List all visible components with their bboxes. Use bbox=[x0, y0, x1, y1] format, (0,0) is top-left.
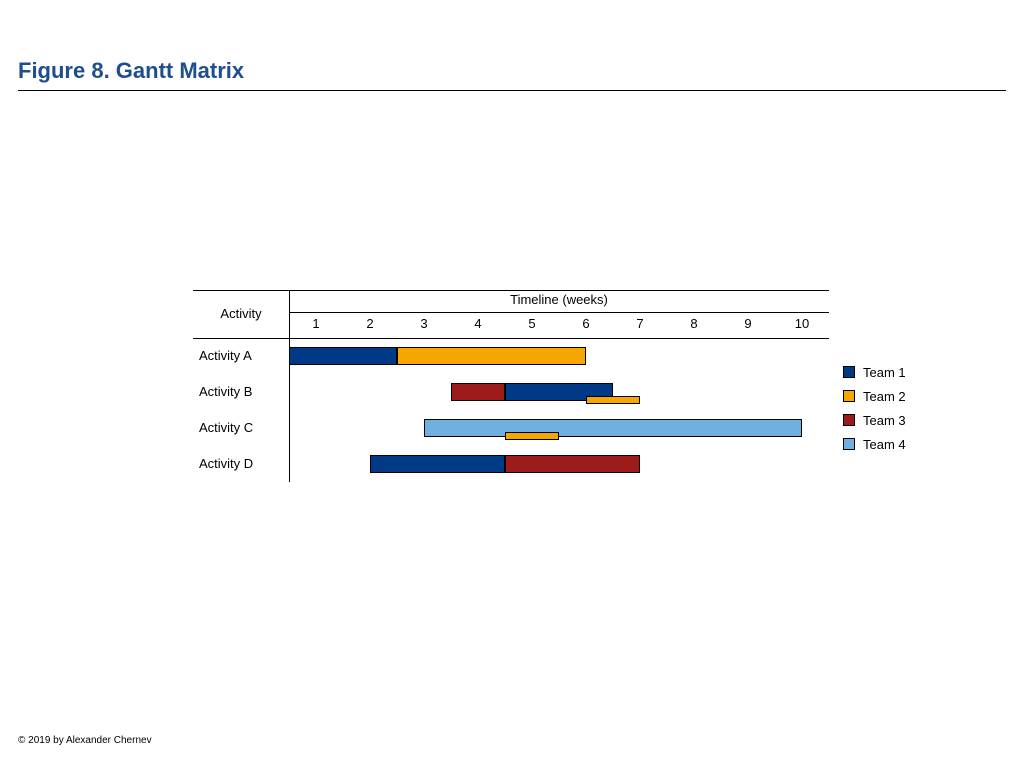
week-header-8: 8 bbox=[667, 316, 721, 331]
legend-swatch bbox=[843, 414, 855, 426]
copyright: © 2019 by Alexander Chernev bbox=[18, 735, 152, 746]
gantt-bar bbox=[505, 432, 559, 440]
legend-label: Team 4 bbox=[863, 437, 906, 452]
week-header-2: 2 bbox=[343, 316, 397, 331]
bar-area bbox=[289, 446, 829, 482]
legend-swatch bbox=[843, 366, 855, 378]
week-header-4: 4 bbox=[451, 316, 505, 331]
week-header-10: 10 bbox=[775, 316, 829, 331]
figure-title: Figure 8. Gantt Matrix bbox=[18, 58, 244, 84]
week-header-1: 1 bbox=[289, 316, 343, 331]
gantt-bar bbox=[424, 419, 802, 437]
legend-item: Team 1 bbox=[843, 360, 906, 384]
bar-area bbox=[289, 410, 829, 446]
legend-label: Team 3 bbox=[863, 413, 906, 428]
title-divider bbox=[18, 90, 1006, 91]
legend-label: Team 1 bbox=[863, 365, 906, 380]
week-header-5: 5 bbox=[505, 316, 559, 331]
bar-area bbox=[289, 374, 829, 410]
activity-header: Activity bbox=[193, 290, 289, 338]
gantt-bar bbox=[289, 347, 397, 365]
week-header-3: 3 bbox=[397, 316, 451, 331]
gantt-bar bbox=[370, 455, 505, 473]
legend-item: Team 2 bbox=[843, 384, 906, 408]
timeline-header: Timeline (weeks) bbox=[289, 292, 829, 307]
activity-label: Activity D bbox=[193, 446, 289, 482]
week-header-6: 6 bbox=[559, 316, 613, 331]
slide: Figure 8. Gantt Matrix Activity Timeline… bbox=[0, 0, 1024, 768]
gantt-bar bbox=[586, 396, 640, 404]
bar-area bbox=[289, 338, 829, 374]
header-rule-mid bbox=[289, 312, 829, 313]
week-header-9: 9 bbox=[721, 316, 775, 331]
activity-label: Activity C bbox=[193, 410, 289, 446]
legend-swatch bbox=[843, 390, 855, 402]
legend-swatch bbox=[843, 438, 855, 450]
gantt-bar bbox=[397, 347, 586, 365]
week-header-7: 7 bbox=[613, 316, 667, 331]
legend-item: Team 3 bbox=[843, 408, 906, 432]
activity-label: Activity B bbox=[193, 374, 289, 410]
legend-label: Team 2 bbox=[863, 389, 906, 404]
legend-item: Team 4 bbox=[843, 432, 906, 456]
gantt-bar bbox=[505, 455, 640, 473]
activity-label: Activity A bbox=[193, 338, 289, 374]
legend: Team 1 Team 2 Team 3 Team 4 bbox=[843, 360, 906, 456]
gantt-bar bbox=[451, 383, 505, 401]
